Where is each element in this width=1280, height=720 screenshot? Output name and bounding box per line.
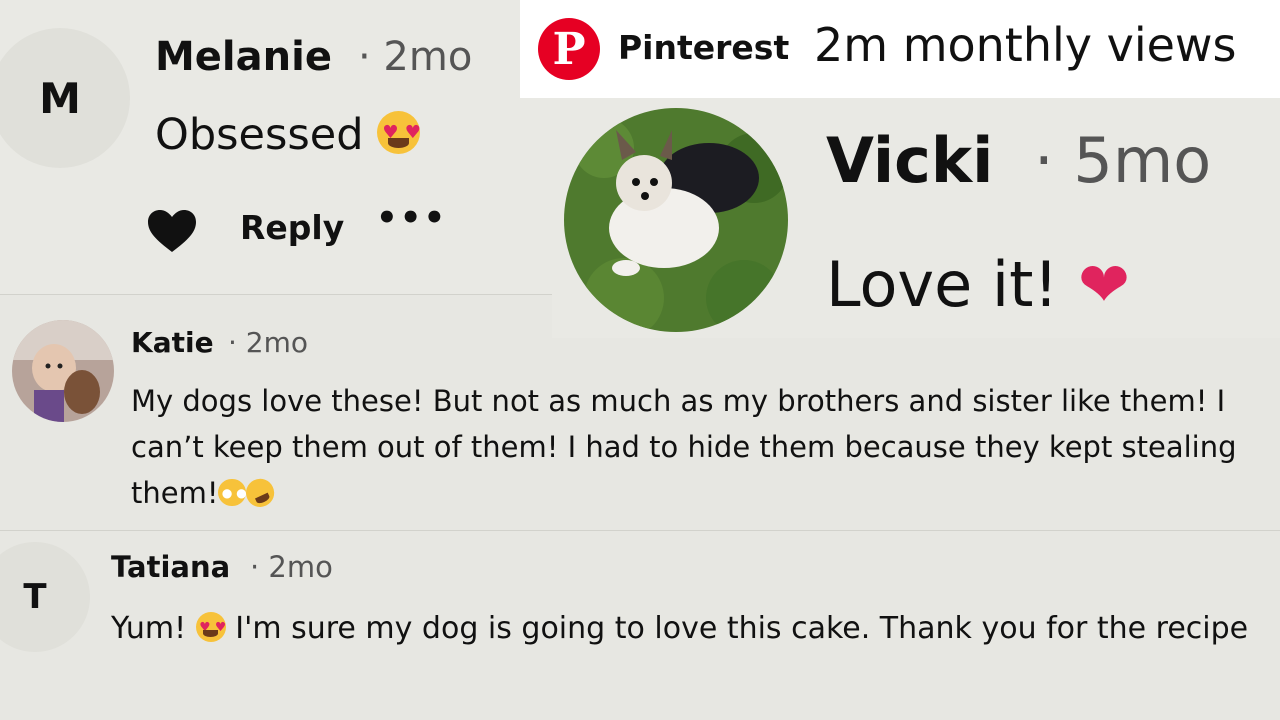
commenter-name[interactable]: Katie [131, 326, 214, 359]
comment-time: · 2mo [358, 34, 473, 80]
comment-text: Obsessed ♥ ♥ [155, 110, 421, 160]
comment-time: · 2mo [250, 550, 333, 584]
comment-body: My dogs love these! But not as much as m… [131, 384, 1237, 510]
comment-body-end: I'm sure my dog is going to love this ca… [235, 611, 1249, 646]
comment-body-start: Yum! [111, 611, 187, 646]
rofl-emoji-icon [241, 474, 279, 511]
brand-name: Pinterest [618, 28, 790, 67]
commenter-name[interactable]: Melanie [155, 34, 332, 80]
avatar[interactable]: T [0, 542, 90, 652]
monthly-views: 2m monthly views [814, 18, 1237, 72]
heart-eyes-emoji-icon: ♥ ♥ [195, 611, 226, 642]
commenter-name[interactable]: Vicki [826, 124, 993, 197]
reply-button[interactable]: Reply [240, 208, 344, 247]
pinterest-logo-icon: P [538, 18, 600, 80]
eye-roll-emoji-icon: ● ● [218, 478, 247, 507]
comment-melanie: M Melanie · 2mo Obsessed ♥ ♥ Reply ••• [0, 0, 552, 294]
child-photo-icon [12, 320, 114, 422]
comment-body: Obsessed [155, 110, 364, 160]
comment-time: · 5mo [1034, 124, 1212, 197]
heart-eyes-emoji-icon: ♥ ♥ [377, 111, 421, 155]
comment-time: · 2mo [228, 326, 309, 359]
commenter-name[interactable]: Tatiana [111, 550, 230, 584]
pinterest-banner: P Pinterest 2m monthly views [520, 0, 1280, 98]
comment-tatiana: T Tatiana · 2mo Yum! ♥ ♥ I'm sure my dog … [0, 530, 1280, 720]
comment-text: Yum! ♥ ♥ I'm sure my dog is going to love… [111, 604, 1261, 654]
avatar[interactable]: M [0, 28, 130, 168]
like-heart-icon[interactable] [146, 208, 198, 254]
comment-text: My dogs love these! But not as much as m… [131, 378, 1271, 516]
comment-katie: Katie · 2mo My dogs love these! But not … [0, 294, 1280, 530]
more-options-icon[interactable]: ••• [376, 198, 447, 238]
avatar[interactable] [12, 320, 114, 422]
